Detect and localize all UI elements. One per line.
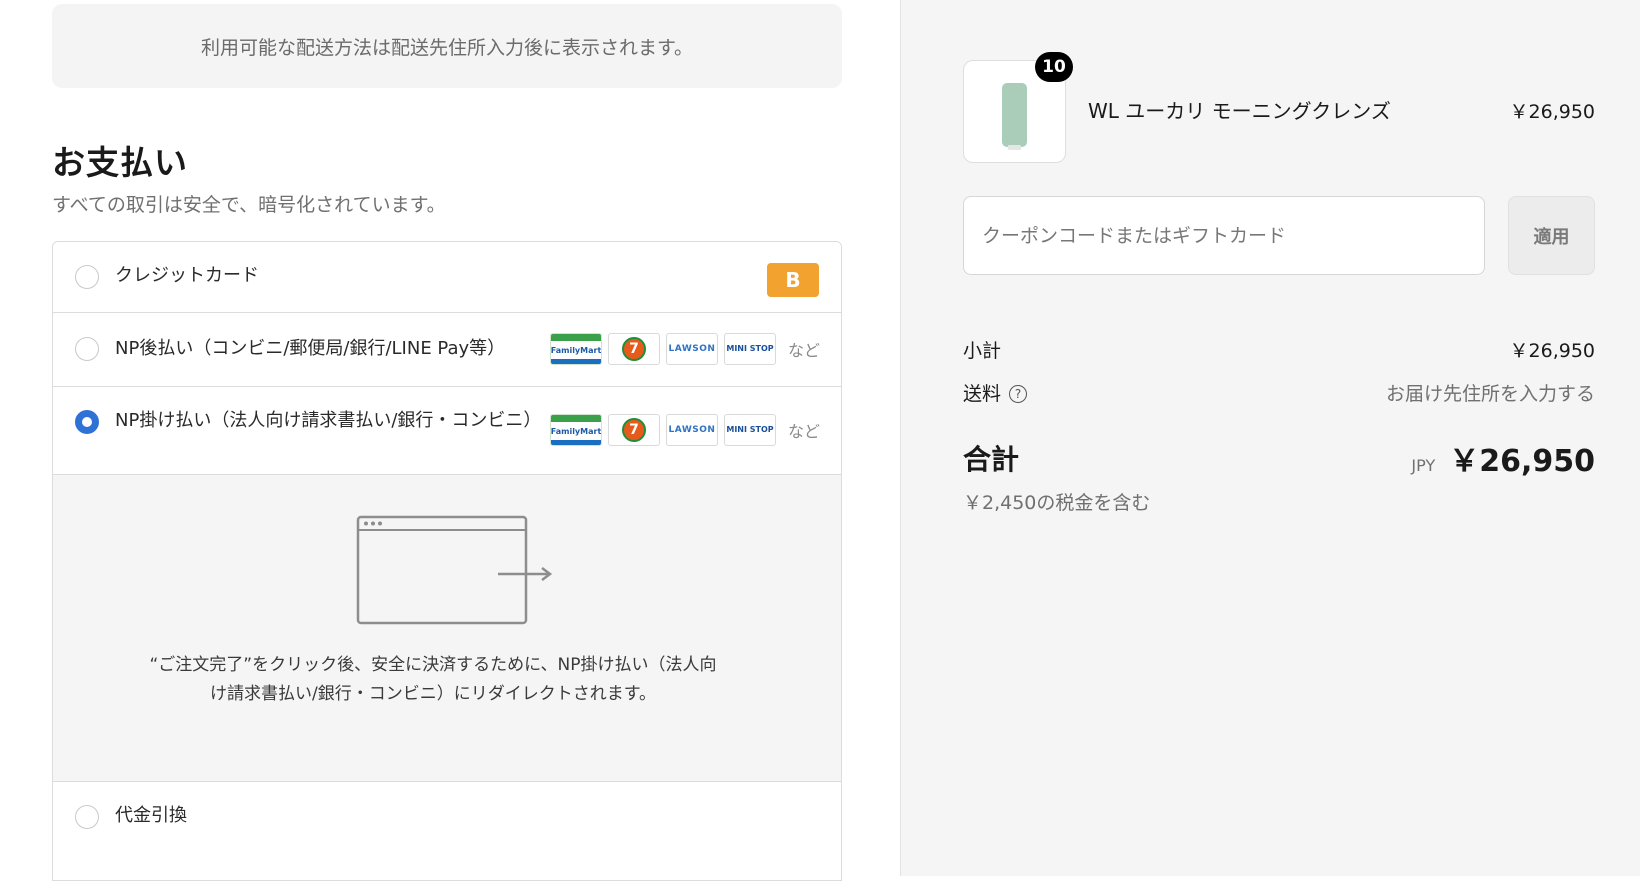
method-label: 代金引換 [115, 805, 187, 826]
redirect-panel: “ご注文完了”をクリック後、安全に決済するために、NP掛け払い（法人向け請求書払… [53, 474, 841, 782]
shipping-value: お届け先住所を入力する [1385, 383, 1595, 405]
payment-method-cod[interactable]: 代金引換 [53, 782, 841, 852]
product-name: WL ユーカリ モーニングクレンズ [1088, 99, 1391, 123]
familymart-logo: FamilyMart [550, 333, 602, 365]
seven-eleven-logo: 7 [608, 414, 660, 446]
coupon-input[interactable] [963, 196, 1485, 275]
lawson-logo: LAWSON [666, 333, 718, 365]
radio-icon[interactable] [75, 337, 99, 361]
familymart-logo: FamilyMart [550, 414, 602, 446]
currency-code: JPY [1411, 456, 1436, 475]
radio-icon[interactable] [75, 265, 99, 289]
shipping-label: 送料 [963, 383, 1002, 405]
apply-coupon-button[interactable]: 適用 [1508, 196, 1595, 275]
seven-eleven-logo: 7 [608, 333, 660, 365]
product-price: ￥26,950 [1509, 101, 1595, 123]
subtotal-label: 小計 [963, 340, 1002, 362]
more-stores-text: など [788, 422, 821, 441]
checkout-main: 利用可能な配送方法は配送先住所入力後に表示されます。 お支払い すべての取引は安… [0, 0, 900, 881]
method-label: NP掛け払い（法人向け請求書払い/銀行・コンビニ） [115, 410, 542, 431]
store-logos: FamilyMart 7 LAWSON MINI STOP など [550, 414, 820, 446]
shipping-label-row: 送料? [963, 379, 1028, 406]
payment-subtitle: すべての取引は安全で、暗号化されています。 [52, 194, 446, 216]
ministop-logo: MINI STOP [724, 414, 776, 446]
total-label: 合計 [963, 443, 1020, 476]
radio-icon[interactable] [75, 410, 99, 434]
lawson-logo: LAWSON [666, 414, 718, 446]
payment-method-credit-card[interactable]: クレジットカード B [53, 242, 841, 313]
total-amount-group: JPY ￥26,950 [1411, 436, 1595, 480]
browser-redirect-icon [356, 515, 553, 625]
method-label: NP後払い（コンビニ/郵便局/銀行/LINE Pay等） [115, 338, 506, 359]
tax-note: ￥2,450の税金を含む [963, 492, 1151, 514]
payment-title: お支払い [52, 143, 188, 182]
subtotal-value: ￥26,950 [1509, 340, 1595, 362]
method-label: クレジットカード [115, 265, 259, 286]
more-stores-text: など [788, 341, 821, 360]
ministop-logo: MINI STOP [724, 333, 776, 365]
payment-method-np-atobarai[interactable]: NP後払い（コンビニ/郵便局/銀行/LINE Pay等） FamilyMart … [53, 313, 841, 387]
redirect-message: “ご注文完了”をクリック後、安全に決済するために、NP掛け払い（法人向け請求書払… [149, 655, 717, 704]
help-icon[interactable]: ? [1009, 385, 1028, 403]
payment-methods: クレジットカード B NP後払い（コンビニ/郵便局/銀行/LINE Pay等） … [52, 241, 842, 881]
quantity-badge: 10 [1035, 52, 1073, 82]
radio-icon[interactable] [75, 805, 99, 829]
payment-method-np-kakebarai[interactable]: NP掛け払い（法人向け請求書払い/銀行・コンビニ） FamilyMart 7 L… [53, 387, 841, 474]
total-amount: ￥26,950 [1449, 444, 1595, 479]
card-brand-icon: B [767, 263, 819, 297]
store-logos: FamilyMart 7 LAWSON MINI STOP など [550, 333, 820, 365]
shipping-notice: 利用可能な配送方法は配送先住所入力後に表示されます。 [52, 4, 842, 88]
